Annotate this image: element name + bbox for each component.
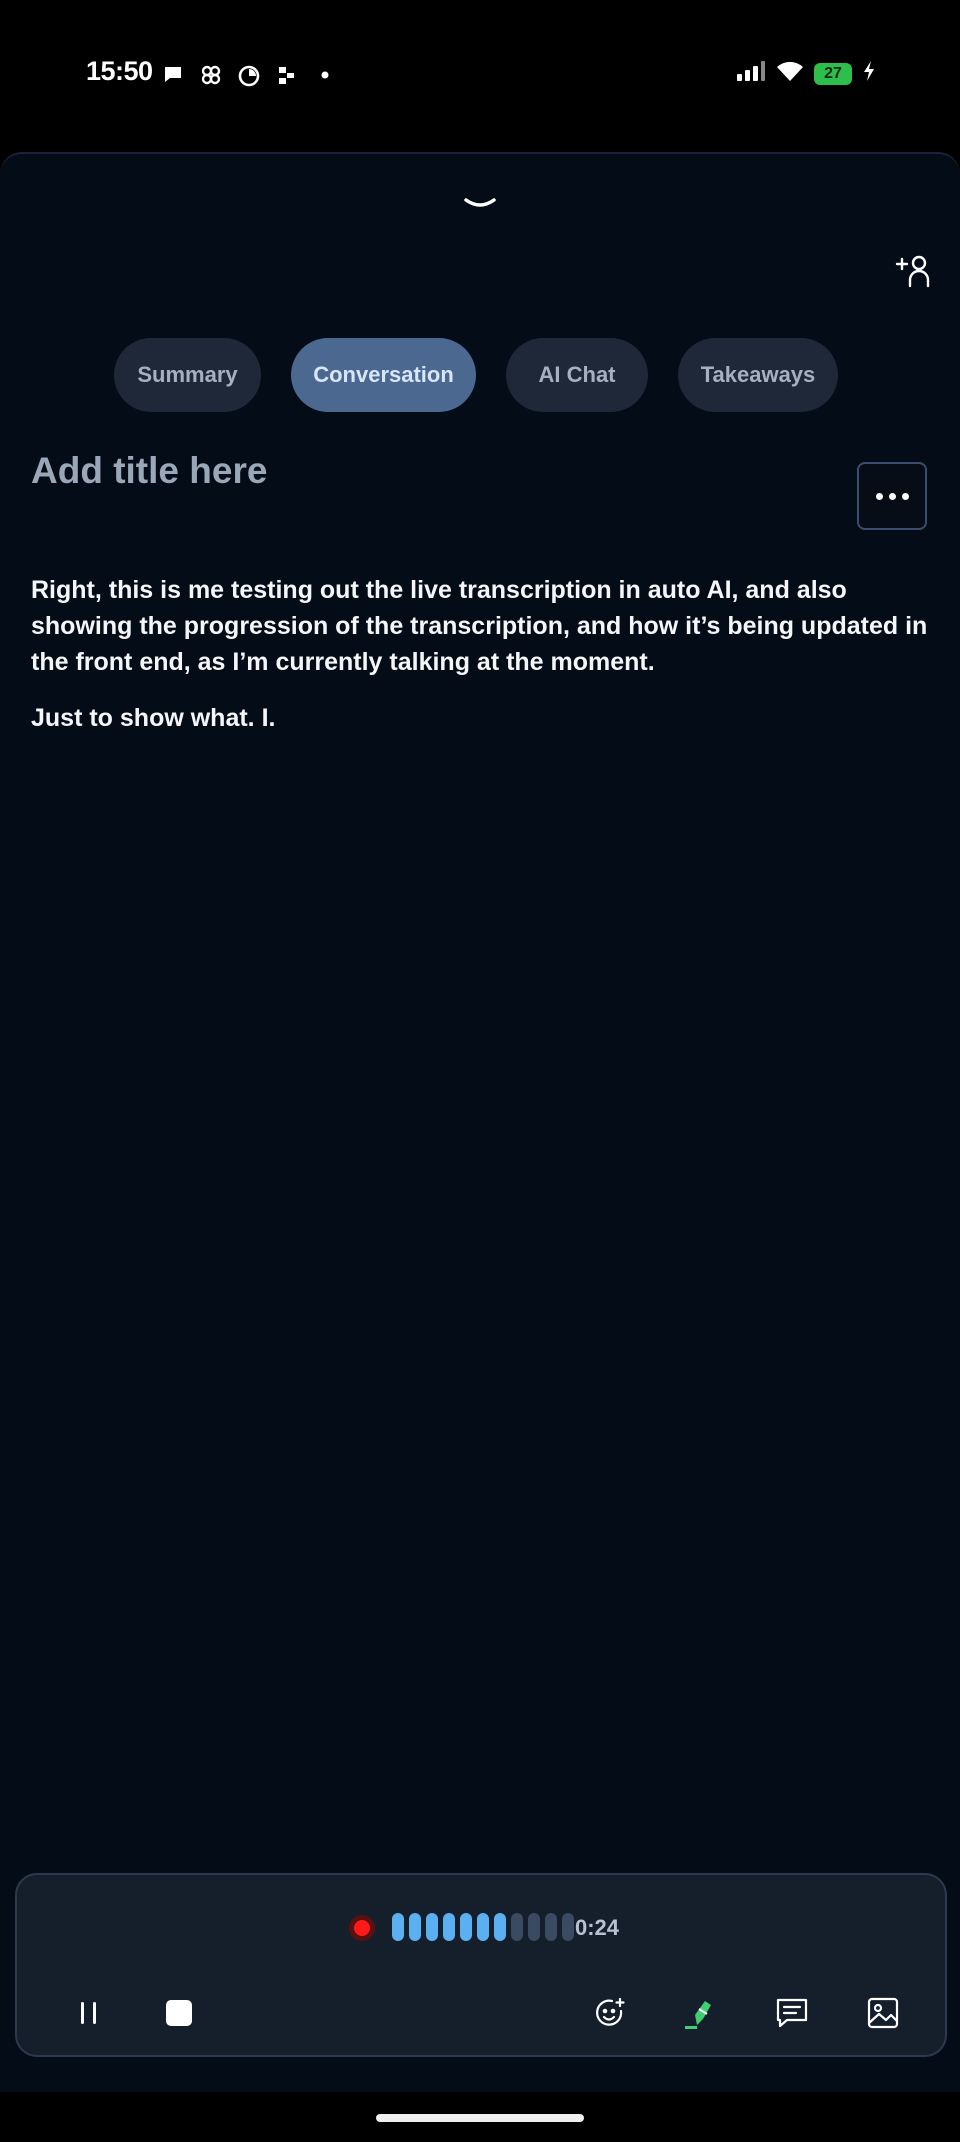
level-bar bbox=[511, 1913, 523, 1941]
level-bar bbox=[528, 1913, 540, 1941]
recording-timer: 0:24 bbox=[575, 1915, 620, 1940]
level-bar bbox=[426, 1913, 438, 1941]
image-icon bbox=[866, 1996, 900, 2035]
tab-conversation-label: Conversation bbox=[313, 362, 454, 387]
transcript: Right, this is me testing out the live t… bbox=[31, 572, 931, 756]
stop-button[interactable] bbox=[157, 1993, 201, 2037]
home-indicator bbox=[376, 2114, 584, 2122]
battery-indicator: 27 bbox=[814, 62, 852, 85]
more-dot bbox=[875, 492, 883, 500]
add-participant-icon[interactable] bbox=[894, 252, 934, 292]
dot-icon bbox=[312, 62, 338, 88]
tab-summary-label: Summary bbox=[137, 362, 238, 387]
battery-charging-icon bbox=[862, 60, 876, 87]
timer-icon bbox=[236, 62, 262, 88]
level-bar bbox=[545, 1913, 557, 1941]
battery-level: 27 bbox=[824, 64, 842, 82]
pinwheel-icon bbox=[198, 62, 224, 88]
pause-icon bbox=[74, 1998, 104, 2033]
recording-panel: 0:24 bbox=[15, 1873, 947, 2057]
status-time: 15:50 bbox=[86, 56, 153, 86]
emoji-icon bbox=[593, 1996, 627, 2035]
add-image-button[interactable] bbox=[861, 1993, 905, 2037]
tab-takeaways[interactable]: Takeaways bbox=[678, 338, 838, 412]
stop-icon bbox=[164, 1998, 194, 2033]
level-bar bbox=[460, 1913, 472, 1941]
app-icon bbox=[274, 62, 300, 88]
reaction-button[interactable] bbox=[588, 1993, 632, 2037]
tab-takeaways-label: Takeaways bbox=[700, 362, 816, 387]
tab-summary[interactable]: Summary bbox=[114, 338, 261, 412]
highlight-button[interactable] bbox=[679, 1993, 723, 2037]
level-bar bbox=[562, 1913, 574, 1941]
level-bar bbox=[443, 1913, 455, 1941]
level-bar bbox=[494, 1913, 506, 1941]
level-bar bbox=[392, 1913, 404, 1941]
transcript-paragraph: Just to show what. I. bbox=[31, 704, 276, 732]
notification-icons bbox=[160, 62, 338, 88]
chat-bubble-icon bbox=[160, 62, 186, 88]
system-status: 27 bbox=[736, 60, 876, 87]
recording-indicator-icon bbox=[349, 1915, 375, 1941]
pause-button[interactable] bbox=[67, 1993, 111, 2037]
view-tabs: Summary Conversation AI Chat Takeaways bbox=[0, 338, 960, 412]
comment-icon bbox=[775, 1996, 809, 2035]
cellular-signal-icon bbox=[736, 60, 766, 87]
audio-level-meter bbox=[392, 1913, 574, 1941]
comment-button[interactable] bbox=[770, 1993, 814, 2037]
level-bar bbox=[477, 1913, 489, 1941]
tab-ai-chat-label: AI Chat bbox=[538, 362, 616, 387]
chevron-down-icon[interactable] bbox=[460, 194, 500, 214]
more-dot bbox=[901, 492, 909, 500]
status-bar: 15:50 27 bbox=[0, 0, 960, 150]
title-input[interactable] bbox=[31, 444, 821, 498]
tab-conversation[interactable]: Conversation bbox=[291, 338, 476, 412]
more-options-button[interactable] bbox=[857, 462, 927, 530]
more-dot bbox=[888, 492, 896, 500]
tab-ai-chat[interactable]: AI Chat bbox=[506, 338, 648, 412]
transcript-paragraph: Right, this is me testing out the live t… bbox=[31, 576, 928, 676]
level-bar bbox=[409, 1913, 421, 1941]
recording-sheet: Summary Conversation AI Chat Takeaways R… bbox=[0, 152, 960, 2092]
highlighter-icon bbox=[683, 1995, 719, 2036]
wifi-icon bbox=[776, 60, 804, 87]
